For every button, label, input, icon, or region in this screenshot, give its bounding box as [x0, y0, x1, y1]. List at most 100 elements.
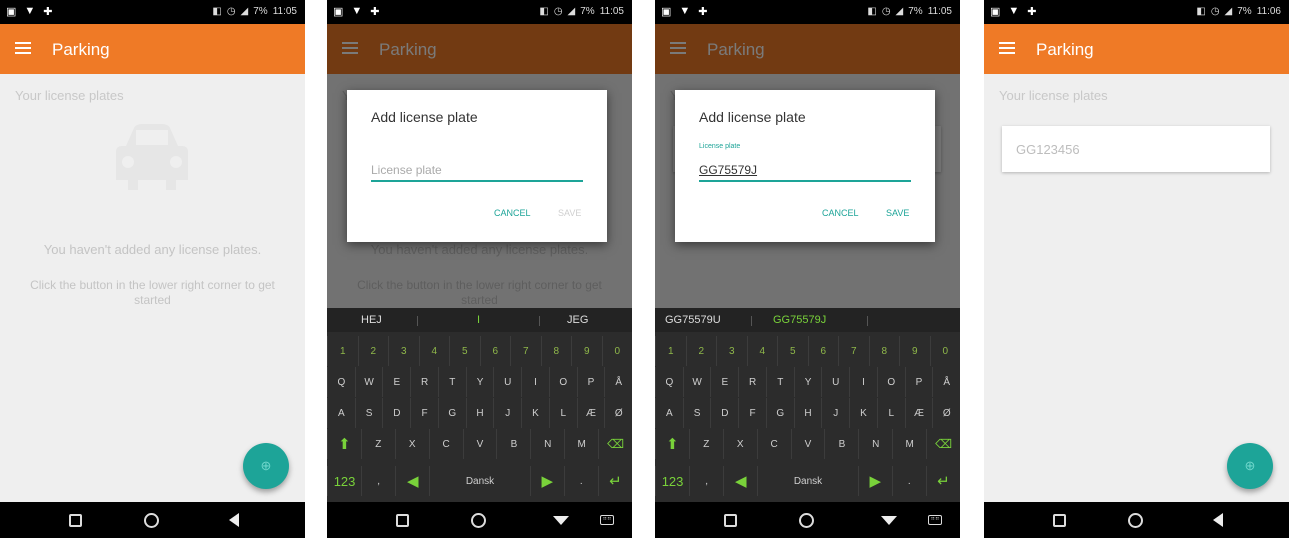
menu-icon[interactable] [15, 42, 31, 54]
key[interactable]: I [849, 367, 877, 397]
key[interactable]: 2 [685, 336, 717, 366]
key[interactable]: E [710, 367, 738, 397]
menu-icon[interactable] [999, 42, 1015, 54]
home-icon[interactable] [144, 513, 159, 528]
key[interactable]: J [821, 398, 849, 428]
key[interactable]: B [824, 429, 858, 459]
key[interactable]: I [521, 367, 549, 397]
enter-icon[interactable]: ↵ [597, 466, 632, 496]
key[interactable]: U [493, 367, 521, 397]
key[interactable]: L [876, 398, 905, 428]
recents-icon[interactable] [724, 514, 737, 527]
key[interactable]: Å [604, 367, 632, 397]
key[interactable]: 5 [449, 336, 480, 366]
key[interactable]: A [655, 398, 683, 428]
key[interactable]: X [722, 429, 757, 459]
key[interactable]: Z [360, 429, 395, 459]
back-icon[interactable] [1213, 513, 1223, 527]
key[interactable]: Q [327, 367, 355, 397]
key[interactable]: 3 [716, 336, 747, 366]
key[interactable]: O [876, 367, 905, 397]
license-plate-input[interactable] [699, 154, 911, 182]
key[interactable]: 5 [777, 336, 808, 366]
space-key[interactable]: Dansk [757, 466, 857, 496]
key[interactable]: Ø [604, 398, 632, 428]
cursor-right-icon[interactable]: ▶ [529, 466, 564, 496]
cancel-button[interactable]: CANCEL [494, 208, 531, 218]
key[interactable]: 6 [807, 336, 839, 366]
key[interactable]: C [756, 429, 791, 459]
key[interactable]: H [793, 398, 822, 428]
key[interactable]: C [428, 429, 463, 459]
key[interactable]: K [849, 398, 877, 428]
save-button[interactable]: SAVE [558, 208, 581, 218]
period-key[interactable]: . [891, 466, 926, 496]
cursor-left-icon[interactable]: ◀ [395, 466, 429, 496]
key[interactable]: Ø [932, 398, 960, 428]
key[interactable]: Æ [576, 398, 605, 428]
key[interactable]: M [892, 429, 926, 459]
key[interactable]: 8 [540, 336, 572, 366]
key[interactable]: 1 [655, 336, 686, 366]
key[interactable]: 1 [327, 336, 358, 366]
key[interactable]: Æ [904, 398, 933, 428]
suggestion[interactable]: GG75579J [773, 314, 826, 326]
key[interactable]: V [462, 429, 497, 459]
plate-card[interactable]: GG123456 [1002, 126, 1270, 172]
home-icon[interactable] [1128, 513, 1143, 528]
add-plate-fab[interactable]: ⊕ [1227, 443, 1273, 489]
key[interactable]: S [354, 398, 383, 428]
key[interactable]: Y [793, 367, 822, 397]
recents-icon[interactable] [396, 514, 409, 527]
shift-icon[interactable]: ⬆ [327, 429, 361, 459]
keyboard-switch-icon[interactable]: ⠿⠿ [600, 515, 614, 525]
key[interactable]: 6 [479, 336, 511, 366]
key[interactable]: Å [932, 367, 960, 397]
save-button[interactable]: SAVE [886, 208, 909, 218]
enter-icon[interactable]: ↵ [925, 466, 960, 496]
key[interactable]: 8 [868, 336, 900, 366]
suggestion[interactable]: HEJ [361, 314, 382, 326]
key[interactable]: 7 [838, 336, 869, 366]
key[interactable]: J [493, 398, 521, 428]
comma-key[interactable]: , [689, 466, 723, 496]
cursor-right-icon[interactable]: ▶ [857, 466, 892, 496]
key[interactable]: 9 [571, 336, 602, 366]
license-plate-input[interactable] [371, 154, 583, 182]
key[interactable]: P [904, 367, 933, 397]
key[interactable]: D [382, 398, 410, 428]
key[interactable]: Y [465, 367, 494, 397]
recents-icon[interactable] [1053, 514, 1066, 527]
key[interactable]: T [437, 367, 466, 397]
period-key[interactable]: . [563, 466, 598, 496]
key[interactable]: N [530, 429, 564, 459]
key[interactable]: T [765, 367, 794, 397]
key[interactable]: S [682, 398, 711, 428]
hide-keyboard-icon[interactable] [553, 516, 569, 525]
key[interactable]: R [738, 367, 766, 397]
key[interactable]: G [765, 398, 794, 428]
key[interactable]: N [858, 429, 892, 459]
key[interactable]: 9 [899, 336, 930, 366]
key[interactable]: Z [688, 429, 723, 459]
key[interactable]: W [354, 367, 383, 397]
key[interactable]: O [548, 367, 577, 397]
key[interactable]: 4 [746, 336, 778, 366]
key[interactable]: B [496, 429, 530, 459]
add-plate-fab[interactable]: ⊕ [243, 443, 289, 489]
numbers-mode-key[interactable]: 123 [655, 466, 689, 496]
recents-icon[interactable] [69, 514, 82, 527]
key[interactable]: M [564, 429, 598, 459]
shift-icon[interactable]: ⬆ [655, 429, 689, 459]
cursor-left-icon[interactable]: ◀ [723, 466, 757, 496]
space-key[interactable]: Dansk [429, 466, 529, 496]
numbers-mode-key[interactable]: 123 [327, 466, 361, 496]
key[interactable]: 7 [510, 336, 541, 366]
keyboard-switch-icon[interactable]: ⠿⠿ [928, 515, 942, 525]
cancel-button[interactable]: CANCEL [822, 208, 859, 218]
back-icon[interactable] [229, 513, 239, 527]
key[interactable]: D [710, 398, 738, 428]
suggestion[interactable]: GG75579U [665, 314, 721, 326]
key[interactable]: G [437, 398, 466, 428]
key[interactable]: W [682, 367, 711, 397]
